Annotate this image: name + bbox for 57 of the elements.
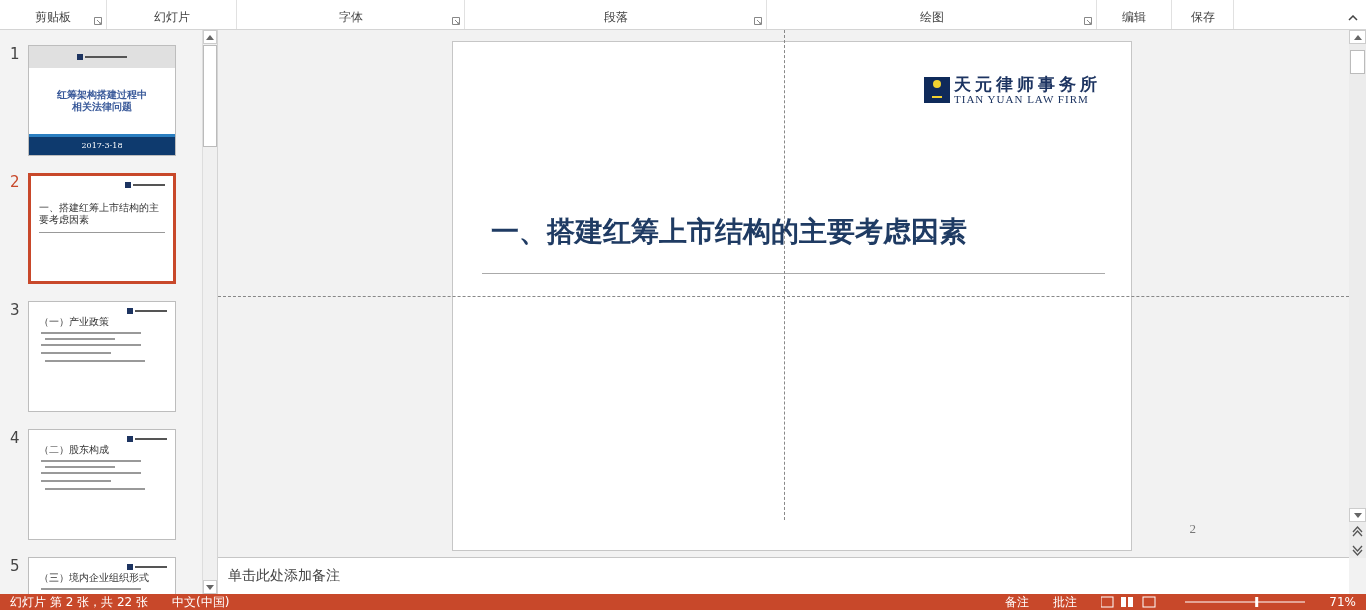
- scroll-thumb[interactable]: [203, 45, 217, 147]
- group-label: 字体: [338, 9, 363, 26]
- firm-logo-icon: [924, 77, 950, 103]
- zoom-slider[interactable]: [1185, 596, 1306, 608]
- thumbnail-title: 红筹架构搭建过程中: [57, 89, 147, 101]
- thumbnail-date: 2017-3-18: [81, 141, 123, 151]
- language-indicator[interactable]: 中文(中国): [172, 593, 230, 610]
- scroll-up-icon[interactable]: [1353, 34, 1362, 40]
- firm-name-english: TIAN YUAN LAW FIRM: [954, 93, 1090, 105]
- slide-count: 幻灯片 第 2 张，共 22 张: [10, 593, 148, 610]
- zoom-level[interactable]: 71%: [1329, 595, 1356, 609]
- slide-number: 2: [10, 173, 21, 191]
- dialog-launcher-icon[interactable]: [754, 17, 762, 25]
- slide-thumbnail[interactable]: （二）股东构成: [28, 429, 176, 540]
- notes-field[interactable]: 单击此处添加备注: [218, 557, 1349, 594]
- slide-number: 4: [10, 429, 21, 447]
- group-label: 剪贴板: [35, 9, 71, 26]
- slider-thumb[interactable]: [1255, 597, 1259, 607]
- scroll-up-icon[interactable]: [206, 34, 214, 40]
- group-label: 绘图: [919, 9, 944, 26]
- slide-thumbnail[interactable]: （一）产业政策: [28, 301, 176, 412]
- thumbnail-title: （三）境内企业组织形式: [39, 572, 150, 584]
- scroll-thumb[interactable]: [1350, 50, 1365, 74]
- slide-number: 5: [10, 557, 21, 575]
- dialog-launcher-icon[interactable]: [452, 17, 460, 25]
- slide-thumbnail[interactable]: （三）境内企业组织形式: [28, 557, 176, 594]
- collapse-ribbon-icon[interactable]: [1348, 15, 1358, 21]
- scroll-down-icon[interactable]: [206, 584, 214, 590]
- slide-number: 1: [10, 45, 21, 63]
- dialog-launcher-icon[interactable]: [1084, 17, 1092, 25]
- logo-icon: [77, 54, 127, 60]
- comments-button[interactable]: 批注: [1053, 593, 1078, 610]
- scroll-down-icon[interactable]: [1353, 512, 1362, 518]
- group-label: 幻灯片: [153, 9, 190, 26]
- thumbnail-title: 一、搭建红筹上市结构的主要考虑因素: [39, 202, 160, 226]
- slide-thumbnail[interactable]: 一、搭建红筹上市结构的主要考虑因素: [28, 173, 176, 284]
- page-number: 2: [1189, 521, 1196, 537]
- logo-icon: [125, 182, 165, 188]
- group-label: 编辑: [1122, 9, 1146, 26]
- slide-title: 一、搭建红筹上市结构的主要考虑因素: [491, 214, 968, 250]
- thumbnail-title: 相关法律问题: [72, 101, 132, 113]
- dialog-launcher-icon[interactable]: [94, 17, 102, 25]
- logo-icon: [127, 564, 167, 570]
- logo-icon: [127, 308, 167, 314]
- slide-thumbnail[interactable]: 红筹架构搭建过程中 相关法律问题 2017-3-18: [28, 45, 176, 156]
- group-label: 保存: [1190, 9, 1215, 26]
- editor-scrollbar[interactable]: [1349, 30, 1366, 558]
- group-label: 段落: [603, 9, 628, 26]
- guide-line[interactable]: [784, 30, 785, 520]
- slide-number: 3: [10, 301, 21, 319]
- logo-icon: [127, 436, 167, 442]
- firm-name: 天元律师事务所: [954, 75, 1101, 93]
- thumbnail-title: （一）产业政策: [39, 316, 110, 328]
- thumbnail-scrollbar[interactable]: [202, 30, 217, 594]
- thumbnail-title: （二）股东构成: [39, 444, 110, 456]
- guide-line[interactable]: [218, 296, 1349, 297]
- notes-button[interactable]: 备注: [1005, 593, 1030, 610]
